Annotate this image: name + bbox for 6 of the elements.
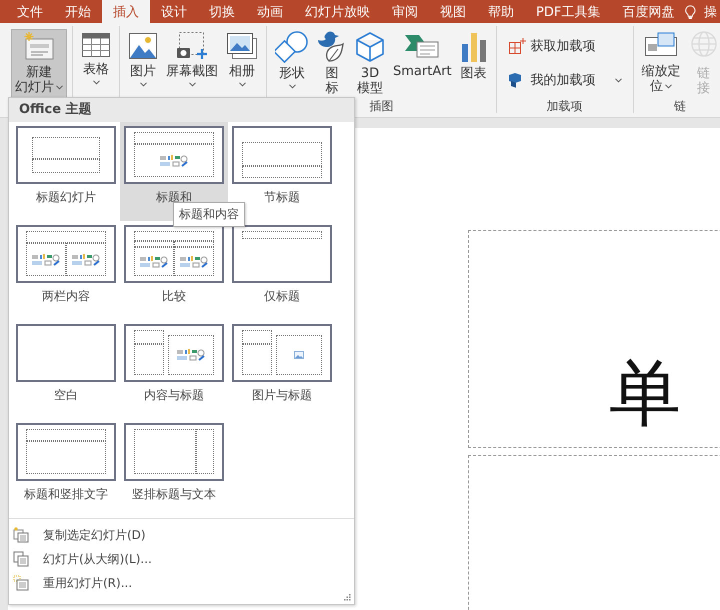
menu-section-header: Office 主题 <box>9 98 354 122</box>
group-label: 插图 <box>369 99 394 113</box>
group-label: 链 <box>674 99 686 113</box>
placeholder-text: 单 <box>609 357 681 429</box>
tooltip: 标题和内容 <box>173 202 245 227</box>
group-label: 加载项 <box>546 99 583 113</box>
